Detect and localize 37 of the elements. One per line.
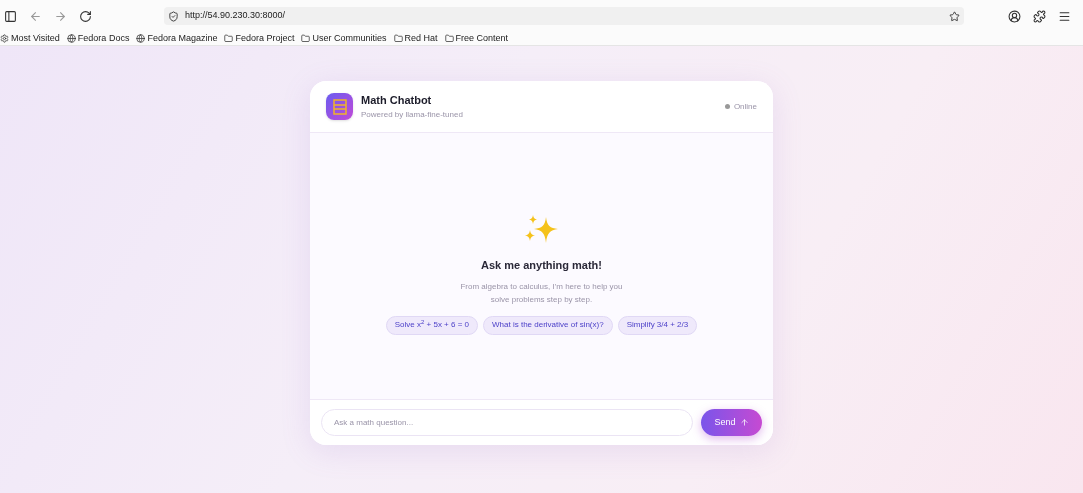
bookmark-link[interactable]: User Communities: [312, 31, 387, 46]
bookmark-link[interactable]: Most Visited: [11, 31, 60, 46]
globe-icon: [136, 34, 146, 43]
bookmark-link[interactable]: Red Hat: [404, 31, 438, 46]
chat-subtitle: Powered by llama-fine-tuned: [361, 108, 463, 121]
menu-icon[interactable]: [1058, 9, 1071, 23]
back-icon[interactable]: [29, 9, 42, 23]
folder-icon: [393, 34, 403, 43]
folder-icon: [224, 34, 234, 43]
address-bar[interactable]: http://54.90.230.30:8000/: [164, 7, 964, 25]
empty-state-title: Ask me anything math!: [481, 258, 602, 273]
url-text: http://54.90.230.30:8000/: [185, 9, 286, 23]
bookmark-star-icon[interactable]: [949, 10, 960, 22]
empty-state-text: From algebra to calculus, I'm here to help you solve problems step by step.: [459, 280, 624, 306]
app-logo-icon: [326, 93, 353, 120]
globe-icon: [66, 34, 76, 43]
folder-icon: [301, 34, 311, 43]
send-button[interactable]: Send: [701, 409, 762, 436]
arrow-up-icon: [739, 418, 749, 427]
forward-icon[interactable]: [54, 9, 67, 23]
suggestion-chip[interactable]: Simplify 3/4 + 2/3: [617, 315, 698, 335]
folder-icon: [444, 34, 454, 43]
sidebar-icon[interactable]: [4, 9, 17, 23]
bookmark-link[interactable]: Free Content: [455, 31, 509, 46]
question-input[interactable]: Ask a math question...: [321, 409, 693, 436]
bookmark-link[interactable]: Fedora Docs: [77, 31, 130, 46]
chat-title: Math Chatbot: [361, 93, 433, 109]
status-text: Online: [733, 100, 757, 113]
extensions-icon[interactable]: [1033, 9, 1046, 23]
shield-icon: [168, 10, 179, 22]
reload-icon[interactable]: [79, 9, 92, 23]
suggestion-chip[interactable]: What is the derivative of sin(x)?: [483, 315, 613, 335]
bookmark-link[interactable]: Fedora Magazine: [147, 31, 218, 46]
account-icon[interactable]: [1008, 9, 1021, 23]
suggestion-chip[interactable]: Solve x$^{2}$ + 5x + 6 = 0: [385, 315, 479, 335]
bookmark-link[interactable]: Fedora Project: [235, 31, 295, 46]
gear-icon: [0, 34, 9, 43]
